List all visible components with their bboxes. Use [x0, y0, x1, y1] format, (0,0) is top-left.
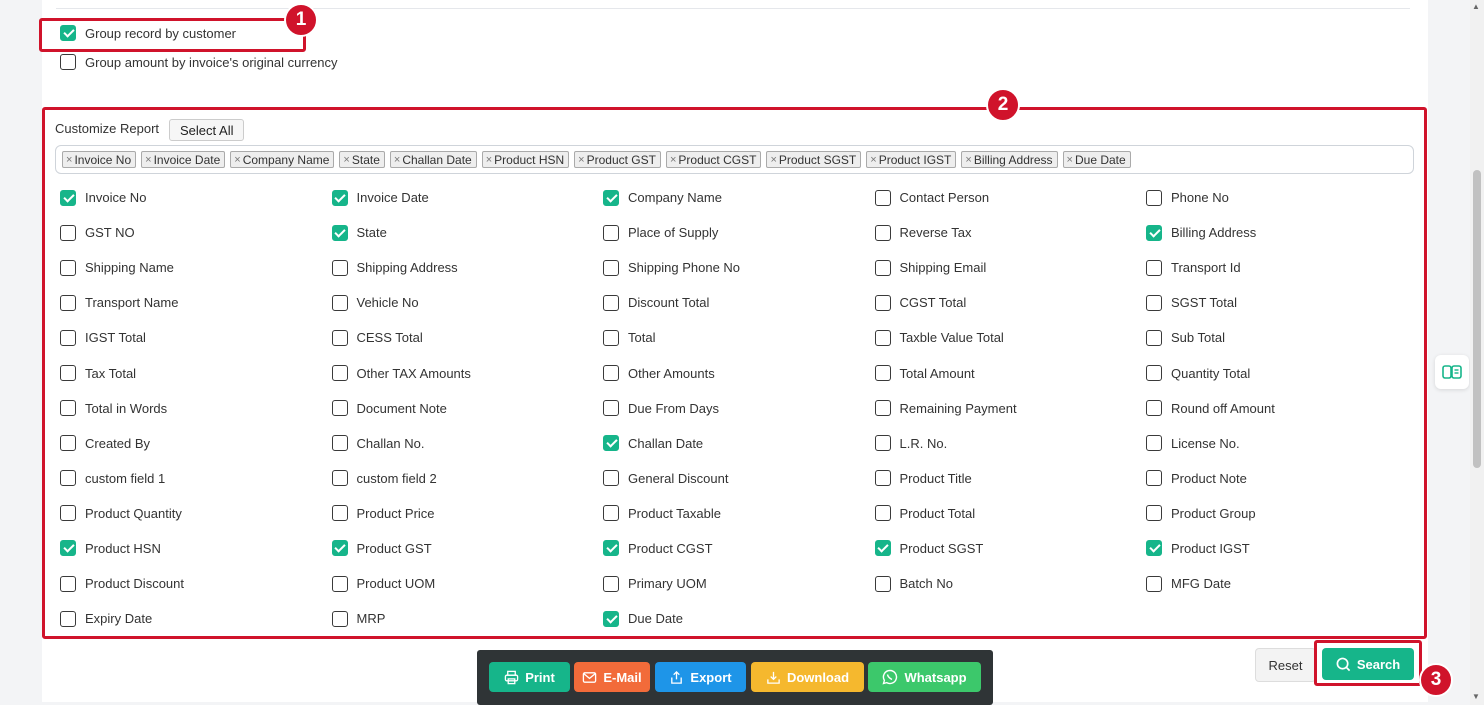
mail-icon [583, 671, 597, 683]
email-label: E-Mail [603, 669, 642, 685]
chat-widget-icon [1442, 365, 1462, 379]
option-label: Group amount by invoice's original curre… [85, 54, 338, 70]
annotation-box-2 [42, 107, 1427, 639]
annotation-box-3 [1314, 640, 1422, 686]
whatsapp-label: Whatsapp [904, 669, 967, 685]
whatsapp-icon [882, 669, 898, 685]
download-label: Download [786, 669, 850, 685]
annotation-badge-2: 2 [986, 88, 1020, 122]
whatsapp-button[interactable]: Whatsapp [868, 662, 981, 692]
annotation-badge-3: 3 [1419, 663, 1453, 697]
annotation-box-1 [39, 18, 306, 52]
download-button[interactable]: Download [751, 662, 864, 692]
annotation-badge-1: 1 [284, 3, 318, 37]
export-label: Export [690, 669, 732, 685]
group-by-currency-option[interactable]: Group amount by invoice's original curre… [60, 54, 338, 70]
print-label: Print [525, 669, 555, 685]
group-by-currency-checkbox[interactable] [60, 54, 76, 70]
scrollbar-thumb[interactable] [1473, 170, 1481, 468]
printer-icon [504, 670, 519, 684]
divider [56, 8, 1410, 9]
scroll-up-arrow-icon[interactable]: ▲ [1472, 2, 1480, 11]
export-button[interactable]: Export [655, 662, 746, 692]
print-button[interactable]: Print [489, 662, 570, 692]
download-icon [767, 671, 780, 684]
scroll-down-arrow-icon[interactable]: ▼ [1472, 692, 1480, 701]
side-widget-button[interactable] [1435, 355, 1469, 389]
email-button[interactable]: E-Mail [574, 662, 650, 692]
reset-button[interactable]: Reset [1255, 648, 1316, 682]
export-icon [671, 670, 683, 684]
